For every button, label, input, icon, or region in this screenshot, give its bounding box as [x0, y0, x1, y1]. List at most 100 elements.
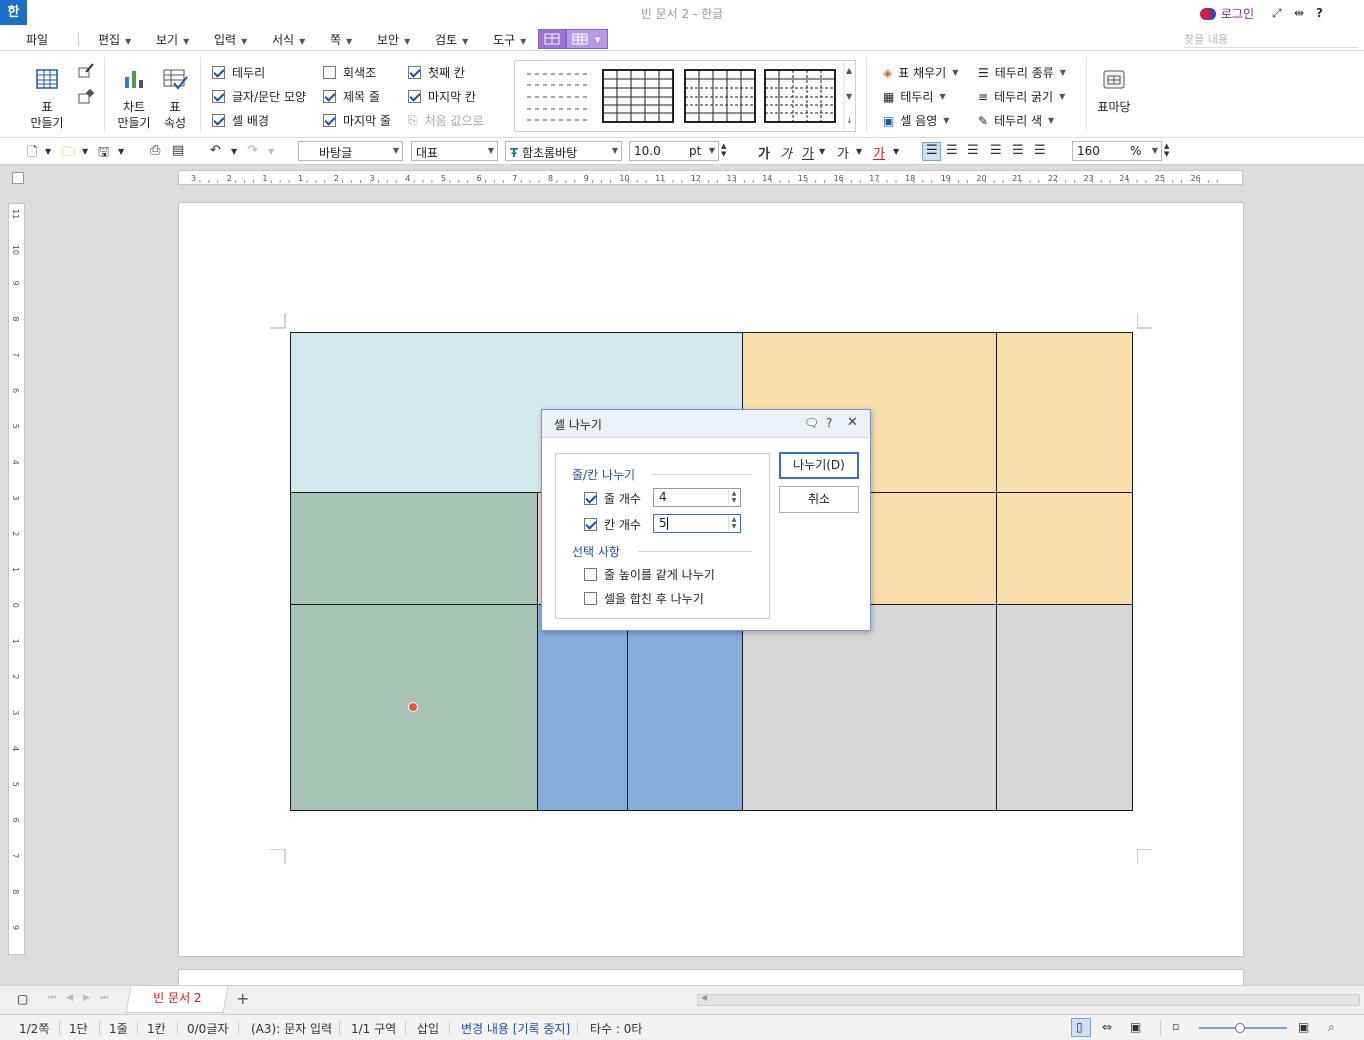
table-properties-button[interactable]: 표 속성 — [158, 67, 192, 131]
align-justify-button[interactable]: ☰ — [922, 142, 941, 161]
font-select[interactable]: Ŧ 함초롬바탕 ▼ — [505, 141, 622, 161]
bold-button[interactable]: 가 — [758, 143, 770, 162]
chevron-down-icon[interactable]: ▼ — [856, 147, 862, 156]
menu-view[interactable]: 보기 ▼ — [156, 31, 189, 48]
border-width-button[interactable]: ≡ 테두리 굵기 ▼ — [978, 88, 1065, 105]
language-select[interactable]: 대표 ▼ — [411, 141, 498, 161]
save-icon[interactable]: 🖫 — [98, 143, 109, 165]
table-cell[interactable] — [537, 604, 628, 811]
new-doc-icon[interactable]: 🗋 — [27, 143, 37, 165]
chevron-down-icon[interactable]: ▼ — [82, 147, 88, 156]
spinner-arrows-icon[interactable]: ▲ ▼ — [728, 490, 739, 505]
font-size-select[interactable]: 10.0 pt ▼ — [629, 141, 719, 161]
last-row-checkbox[interactable]: 마지막 줄 — [323, 112, 391, 129]
table-cell[interactable] — [996, 492, 1133, 605]
table-style-gallery[interactable]: ▲ ▼ ↓ — [514, 60, 856, 132]
border-color-button[interactable]: ✎ 테두리 색 ▼ — [978, 112, 1054, 129]
help-icon[interactable]: ? — [1316, 6, 1323, 20]
zoom-slider-thumb[interactable] — [1235, 1023, 1245, 1033]
grayscale-checkbox[interactable]: 회색조 — [323, 64, 376, 81]
chart-make-button[interactable]: 차트 만들기 — [114, 67, 154, 131]
equal-row-height-checkbox[interactable]: 줄 높이를 같게 나누기 — [584, 566, 715, 583]
menu-insert[interactable]: 입력 ▼ — [214, 31, 247, 48]
tab-document[interactable]: 빈 문서 2 — [125, 986, 229, 1013]
chevron-down-icon[interactable]: ▼ — [118, 147, 124, 156]
table-cell[interactable] — [627, 604, 743, 811]
chevron-down-icon[interactable]: ▼ — [231, 147, 237, 156]
menu-format[interactable]: 서식 ▼ — [272, 31, 305, 48]
char-para-checkbox[interactable]: 글자/문단 모양 — [212, 88, 306, 105]
align-divide-icon[interactable]: ☰ — [1034, 143, 1046, 158]
restore-icon[interactable]: ⇹ — [1294, 6, 1304, 20]
cols-checkbox[interactable]: 칸 개수 — [584, 516, 641, 533]
table-layout-tab[interactable]: ▼ — [566, 29, 608, 49]
font-size-spinner[interactable]: ▲ ▼ — [721, 142, 726, 158]
ruler-corner[interactable] — [12, 172, 24, 184]
zoom-slider[interactable] — [1199, 1023, 1287, 1033]
last-col-checkbox[interactable]: 마지막 칸 — [408, 88, 476, 105]
view-width-icon[interactable]: ⇔ — [1102, 1020, 1112, 1034]
zoom-select[interactable]: 160% ▼ — [1072, 141, 1162, 161]
strike-button[interactable]: 가 — [837, 143, 849, 162]
table-cell[interactable] — [996, 604, 1133, 811]
table-cell[interactable] — [290, 492, 538, 605]
print-icon[interactable]: ⎙ — [150, 143, 160, 158]
login-button[interactable]: 로그인 — [1199, 5, 1254, 22]
fullscreen-icon[interactable]: ⤢ — [1272, 6, 1282, 21]
status-page[interactable]: 1/2쪽 — [19, 1020, 49, 1037]
rows-count-input[interactable]: 4 ▲ ▼ — [653, 488, 741, 507]
merge-then-split-checkbox[interactable]: 셀을 합친 후 나누기 — [584, 590, 704, 607]
table-fill-button[interactable]: ◈ 표 채우기 ▼ — [883, 64, 958, 81]
menu-file[interactable]: 파일 — [26, 31, 48, 48]
table-cell-selected[interactable] — [290, 604, 538, 811]
tab-nav-arrows-icon[interactable]: ⏮◀▶⏭ — [48, 993, 118, 1003]
align-right-icon[interactable]: ☰ — [990, 143, 1002, 158]
underline-button[interactable]: 가 — [802, 143, 814, 162]
close-icon[interactable]: ✕ — [847, 415, 858, 430]
font-color-button[interactable]: 가 — [873, 143, 885, 162]
header-row-checkbox[interactable]: 제목 줄 — [323, 88, 380, 105]
align-distribute-icon[interactable]: ☰ — [1012, 143, 1024, 158]
vertical-ruler[interactable]: 11 10 9 8 7 6 5 4 3 2 1 0 1 2 3 4 5 6 7 8 9 — [8, 203, 25, 955]
status-insert[interactable]: 삽입 — [417, 1020, 439, 1037]
cell-shade-button[interactable]: ▣ 셀 음영 ▼ — [883, 112, 949, 129]
preview-icon[interactable]: ▤ — [172, 143, 184, 158]
dialog-help-icon[interactable]: ? — [826, 416, 832, 430]
menu-edit[interactable]: 편집 ▼ — [98, 31, 131, 48]
align-center-icon[interactable]: ☰ — [967, 143, 979, 158]
add-tab-button[interactable]: + — [236, 989, 249, 1008]
italic-button[interactable]: 가 — [780, 143, 792, 162]
table-design-tab[interactable] — [538, 29, 566, 49]
draw-table-icon[interactable] — [78, 63, 94, 79]
cell-bg-checkbox[interactable]: 셀 배경 — [212, 112, 269, 129]
view-full-icon[interactable]: ▣ — [1130, 1020, 1141, 1034]
reset-defaults-button[interactable]: ⎘ 처음 값으로 — [408, 112, 484, 129]
undo-icon[interactable]: ↶ — [210, 143, 221, 158]
zoom-out-icon[interactable]: ▫ — [1172, 1020, 1179, 1033]
rows-checkbox[interactable]: 줄 개수 — [584, 490, 641, 507]
redo-icon[interactable]: ↷ — [247, 143, 258, 158]
horizontal-ruler[interactable]: 3 2 1 1 2 3 4 5 6 7 8 9 10 11 12 13 14 15 16 17 18 19 20 21 22 23… — [178, 170, 1243, 185]
table-make-button[interactable]: 표 만들기▼ — [28, 67, 66, 149]
chevron-down-icon[interactable]: ▼ — [893, 147, 899, 156]
dialog-options-icon[interactable]: 🗨 — [804, 416, 819, 430]
menu-review[interactable]: 검토 ▼ — [435, 31, 468, 48]
open-folder-icon[interactable]: 🗀 — [62, 143, 75, 165]
horizontal-scrollbar[interactable]: ◀ — [697, 993, 1360, 1006]
menu-security[interactable]: 보안 ▼ — [377, 31, 410, 48]
table-madang-button[interactable]: 표마당 — [1094, 69, 1134, 115]
style-select[interactable]: 바탕글 ▼ — [298, 141, 403, 161]
align-left-icon[interactable]: ☰ — [946, 143, 958, 158]
status-track-changes[interactable]: 변경 내용 [기록 중지] — [461, 1020, 570, 1037]
view-normal-button[interactable]: ▯ — [1071, 1018, 1091, 1037]
table-cell[interactable] — [742, 604, 997, 811]
border-type-button[interactable]: ☰ 테두리 종류 ▼ — [978, 64, 1066, 81]
erase-table-icon[interactable] — [78, 89, 94, 105]
scroll-left-icon[interactable]: ◀ — [701, 993, 707, 1002]
spinner-arrows-icon[interactable]: ▲ ▼ — [728, 516, 739, 531]
split-button[interactable]: 나누기(D) — [779, 452, 859, 479]
first-col-checkbox[interactable]: 첫째 칸 — [408, 64, 465, 81]
cancel-button[interactable]: 취소 — [779, 486, 859, 513]
border-checkbox[interactable]: 테두리 — [212, 64, 265, 81]
chevron-down-icon[interactable]: ▼ — [45, 147, 51, 156]
